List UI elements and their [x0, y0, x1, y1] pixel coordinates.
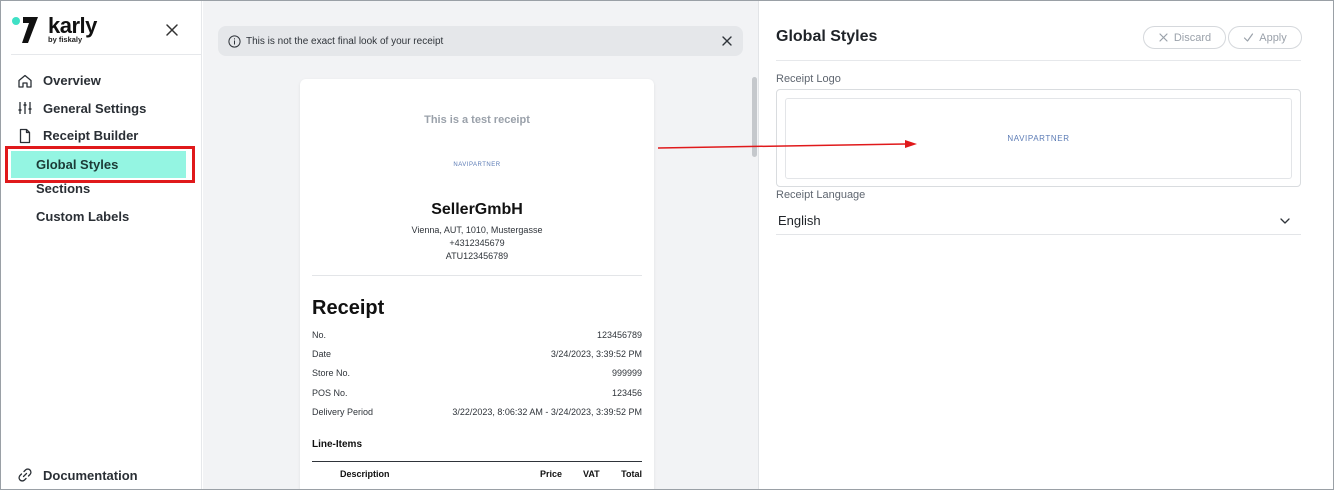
col-total: Total [621, 469, 642, 479]
discard-button[interactable]: Discard [1143, 26, 1226, 49]
receipt-row: Store No. 999999 [312, 368, 642, 378]
notice-text: This is not the exact final look of your… [246, 35, 444, 47]
sidebar-item-overview[interactable]: Overview [1, 67, 202, 95]
seller-address: Vienna, AUT, 1010, Mustergasse [411, 225, 543, 235]
logo-upload-area[interactable]: NAVIPARTNER [785, 98, 1292, 179]
seller-phone: +4312345679 [449, 238, 505, 248]
receipt-row: Delivery Period 3/22/2023, 8:06:32 AM - … [312, 407, 642, 417]
receipt-logo-field: NAVIPARTNER [776, 89, 1301, 187]
receipt-language-select[interactable]: English [776, 207, 1301, 235]
receipt-divider [312, 275, 642, 276]
line-items-header: Description Price VAT Total [312, 469, 642, 481]
language-value: English [778, 213, 821, 228]
logo-preview: NAVIPARTNER [1007, 134, 1070, 143]
row-label: Store No. [312, 368, 351, 378]
chevron-down-icon [1280, 218, 1290, 224]
documentation-link[interactable]: Documentation [17, 467, 138, 483]
receipt-language-label: Receipt Language [776, 189, 866, 201]
preview-scrollbar[interactable] [752, 77, 757, 157]
receipt-row: Date 3/24/2023, 3:39:52 PM [312, 349, 642, 359]
sidebar-item-label: Receipt Builder [43, 128, 139, 144]
seller-vat-id: ATU123456789 [445, 251, 509, 261]
test-receipt-label: This is a test receipt [424, 114, 530, 126]
apply-button[interactable]: Apply [1228, 26, 1302, 49]
panel-divider [776, 60, 1301, 61]
karly-logo-icon [12, 17, 38, 43]
row-value: 3/22/2023, 8:06:32 AM - 3/24/2023, 3:39:… [452, 407, 642, 417]
apply-label: Apply [1259, 31, 1287, 44]
check-icon [1244, 33, 1254, 42]
line-items-divider [312, 461, 642, 462]
sidebar-item-label: General Settings [43, 100, 147, 116]
receipt-title: Receipt [312, 297, 385, 319]
sidebar-item-label: Overview [43, 73, 101, 89]
row-label: Delivery Period [312, 407, 374, 417]
receipt-row: POS No. 123456 [312, 388, 642, 398]
sidebar-item-label: Global Styles [36, 157, 119, 172]
row-value: 3/24/2023, 3:39:52 PM [550, 349, 642, 359]
discard-label: Discard [1173, 31, 1212, 44]
receipt-card: This is a test receipt NAVIPARTNER Selle… [300, 79, 654, 489]
documentation-label: Documentation [43, 467, 138, 483]
col-price: Price [540, 469, 563, 479]
row-value: 123456789 [596, 330, 642, 340]
sidebar: karly by fiskaly Overview General Settin… [1, 1, 202, 489]
sidebar-nav: Overview General Settings Receipt Builde… [1, 67, 202, 150]
sidebar-item-label: Custom Labels [36, 209, 130, 225]
col-description: Description [340, 469, 390, 479]
row-label: Date [312, 349, 332, 359]
close-notice-icon[interactable] [721, 35, 733, 47]
sidebar-item-global-styles[interactable]: Global Styles [11, 151, 186, 178]
col-vat: VAT [583, 469, 600, 479]
line-items-title: Line-Items [312, 439, 363, 450]
receipt-logo: NAVIPARTNER [453, 162, 501, 168]
document-icon [19, 128, 31, 143]
receipt-row: No. 123456789 [312, 330, 642, 340]
info-icon [228, 34, 241, 48]
sliders-icon [18, 102, 32, 115]
brand-subtitle: by fiskaly [48, 35, 83, 44]
receipt-preview-area: This is not the exact final look of your… [203, 1, 759, 489]
sidebar-item-custom-labels[interactable]: Custom Labels [1, 203, 202, 231]
link-icon [18, 468, 32, 482]
row-value: 999999 [611, 368, 642, 378]
home-icon [18, 74, 32, 88]
sidebar-item-label: Sections [36, 181, 91, 197]
preview-notice: This is not the exact final look of your… [218, 26, 743, 56]
receipt-logo-label: Receipt Logo [776, 73, 841, 85]
row-value: 123456 [611, 388, 642, 398]
row-label: POS No. [312, 388, 348, 398]
brand: karly by fiskaly [11, 13, 201, 49]
global-styles-panel: Global Styles Discard Apply Receipt Logo… [760, 1, 1333, 489]
sidebar-item-sections[interactable]: Sections [1, 175, 202, 203]
seller-name: SellerGmbH [431, 201, 523, 218]
row-label: No. [312, 330, 327, 340]
close-sidebar-icon[interactable] [163, 21, 181, 39]
close-icon [1159, 33, 1168, 42]
panel-title: Global Styles [776, 28, 878, 45]
sidebar-divider [11, 54, 201, 55]
sidebar-item-general-settings[interactable]: General Settings [1, 95, 202, 123]
